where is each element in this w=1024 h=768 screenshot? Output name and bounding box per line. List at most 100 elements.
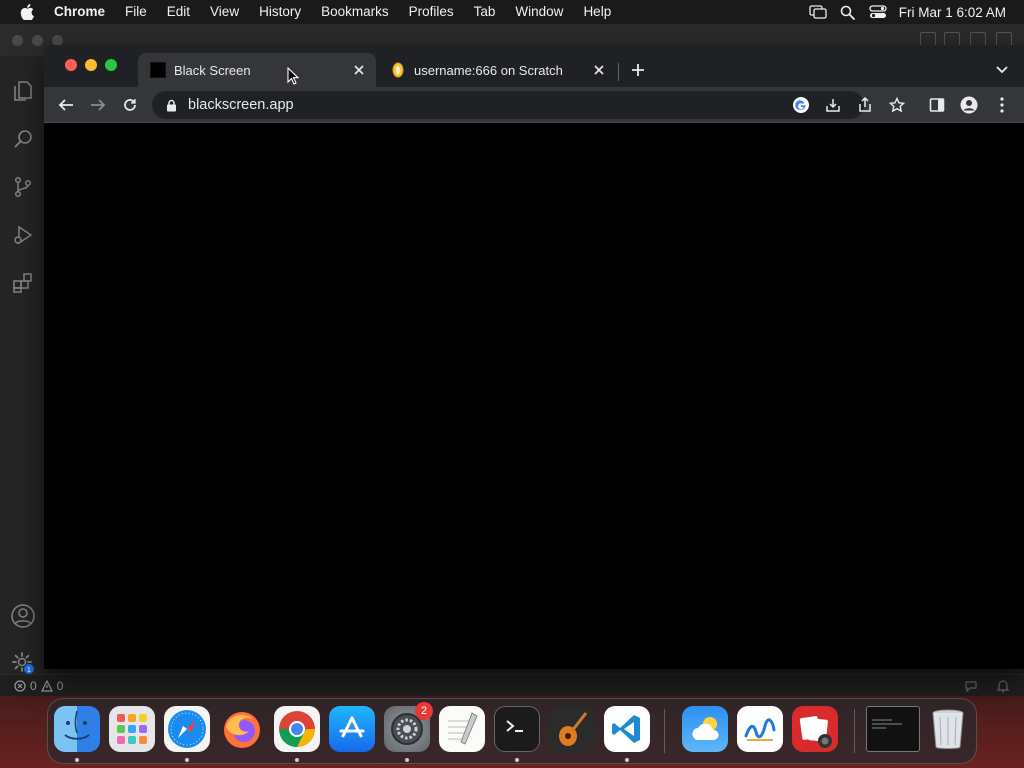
menu-file[interactable]: File [115,0,157,24]
window-close-button[interactable] [65,59,77,71]
menu-tab[interactable]: Tab [464,0,506,24]
terminal-icon[interactable] [494,706,540,752]
app-menu-chrome[interactable]: Chrome [50,0,115,24]
run-debug-icon[interactable] [8,220,38,250]
layout-sidebar-icon[interactable] [920,32,936,46]
finder-icon[interactable] [54,706,100,752]
running-indicator [515,758,519,762]
error-count: 0 [30,678,37,693]
chrome-icon[interactable] [274,706,320,752]
window-minimize-button[interactable] [85,59,97,71]
vscode-close-dot[interactable] [12,35,23,46]
chrome-window: Black Screen username:666 on Scratch bla… [44,45,1024,669]
layout-panel-icon[interactable] [944,32,960,46]
firefox-icon[interactable] [219,706,265,752]
running-indicator [185,758,189,762]
install-app-icon[interactable] [820,92,846,118]
tab-title: Black Screen [174,62,251,78]
weather-icon[interactable] [682,706,728,752]
forward-button[interactable] [85,92,111,118]
apple-menu-icon[interactable] [16,0,38,24]
mouse-cursor-icon [287,66,300,85]
app-store-icon[interactable] [329,706,375,752]
macos-dock: 2 [47,698,977,764]
menu-profiles[interactable]: Profiles [399,0,464,24]
layout-customize-icon[interactable] [996,32,1012,46]
scratch-cat-icon [390,62,406,78]
notifications-bell-icon[interactable] [996,679,1010,693]
profile-button[interactable] [956,92,982,118]
manage-badge: 1 [27,667,31,674]
profile-icon [960,96,978,114]
dock-separator [854,709,855,753]
accounts-icon[interactable] [8,601,38,631]
reload-button[interactable] [117,92,143,118]
back-icon [58,99,73,111]
vscode-minimize-dot[interactable] [32,35,43,46]
tab-search-button[interactable] [990,58,1014,82]
menubar-clock[interactable]: Fri Mar 1 6:02 AM [893,5,1024,20]
chevron-down-icon [996,66,1008,74]
running-indicator [295,758,299,762]
photo-booth-icon[interactable] [792,706,838,752]
dock-separator [664,709,665,753]
tab-separator [618,63,619,81]
chrome-menu-button[interactable] [989,92,1015,118]
problems-status[interactable]: 0 0 [14,679,63,693]
share-icon[interactable] [852,92,878,118]
lock-icon[interactable] [164,98,178,112]
trash-icon[interactable] [925,706,971,752]
menu-edit[interactable]: Edit [157,0,200,24]
back-button[interactable] [53,92,79,118]
menu-help[interactable]: Help [573,0,621,24]
menu-view[interactable]: View [200,0,249,24]
tab-close-icon[interactable] [590,61,608,79]
tab-close-icon[interactable] [350,61,368,79]
layout-secondary-icon[interactable] [970,32,986,46]
bookmark-star-button[interactable] [884,92,910,118]
side-panel-icon [929,98,945,112]
black-square-icon [150,62,166,78]
textedit-icon[interactable] [439,706,485,752]
google-lens-icon[interactable] [788,92,814,118]
new-tab-button[interactable] [626,58,650,82]
vscode-activity-bar: 1 [0,56,46,696]
source-control-icon[interactable] [8,172,38,202]
address-url[interactable]: blackscreen.app [188,97,294,113]
vscode-icon[interactable] [604,706,650,752]
warning-icon [40,679,53,692]
page-content-black-screen[interactable] [44,124,1024,669]
menu-history[interactable]: History [249,0,311,24]
safari-icon[interactable] [164,706,210,752]
plus-icon [632,64,644,76]
error-icon [14,679,26,692]
reload-icon [124,99,136,111]
spotlight-search-icon[interactable] [833,0,863,24]
tab-strip: Black Screen username:666 on Scratch [44,45,1024,87]
menu-icon [1000,97,1004,113]
garageband-icon[interactable] [549,706,595,752]
search-icon[interactable] [8,124,38,154]
minimized-window-thumbnail[interactable] [866,706,920,752]
address-bar[interactable]: blackscreen.app [152,91,871,119]
notification-badge: 2 [415,702,433,720]
menu-window[interactable]: Window [505,0,573,24]
freeform-icon[interactable] [737,706,783,752]
tab-black-screen[interactable]: Black Screen [138,53,376,87]
explorer-icon[interactable] [8,76,38,106]
menu-bookmarks[interactable]: Bookmarks [311,0,399,24]
tab-scratch[interactable]: username:666 on Scratch [378,53,616,87]
warning-count: 0 [56,678,64,693]
tab-title: username:666 on Scratch [414,62,563,78]
vscode-status-bar: 0 0 [0,674,1024,696]
screen-mirroring-icon[interactable] [803,0,833,24]
feedback-icon[interactable] [964,679,978,693]
chrome-toolbar: blackscreen.app [44,87,1024,123]
running-indicator [625,758,629,762]
extensions-icon[interactable] [8,268,38,298]
control-center-icon[interactable] [863,0,893,24]
side-panel-button[interactable] [924,92,950,118]
launchpad-icon[interactable] [109,706,155,752]
window-zoom-button[interactable] [105,59,117,71]
running-indicator [405,758,409,762]
